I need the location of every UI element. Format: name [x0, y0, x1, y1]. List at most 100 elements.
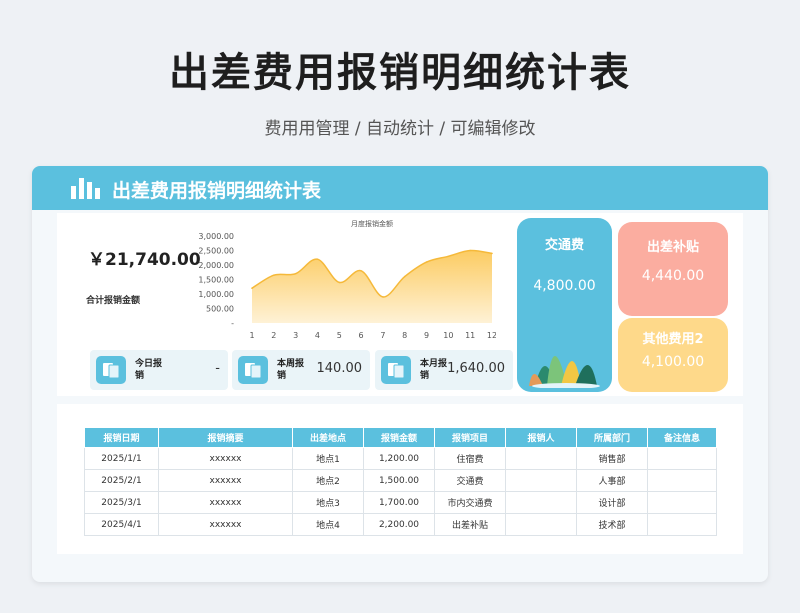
table-cell[interactable]	[505, 513, 577, 536]
cards-icon	[96, 356, 126, 384]
stat-month: 本月报销 1,640.00	[375, 350, 513, 390]
data-point	[403, 275, 406, 278]
table-cell[interactable]: 地点2	[292, 469, 364, 492]
tile-value: 4,440.00	[641, 268, 705, 284]
table-cell[interactable]: 2025/3/1	[84, 491, 159, 514]
table-cell[interactable]: 1,500.00	[363, 469, 435, 492]
table-cell[interactable]	[505, 447, 577, 470]
data-point	[425, 261, 428, 263]
table-cell[interactable]: xxxxxx	[158, 491, 293, 514]
table-row[interactable]: 2025/3/1 xxxxxx 地点3 1,700.00 市内交通费 设计部	[84, 491, 717, 514]
monthly-amount-chart: 月度报销金额 3,000.00 2,500.00 2,000.00 1,500.00 1,…	[198, 219, 496, 340]
table-cell[interactable]	[647, 491, 717, 514]
card-header: 出差费用报销明细统计表	[32, 166, 768, 210]
data-point	[469, 249, 471, 252]
table-cell[interactable]	[505, 491, 577, 514]
table-cell[interactable]: 2025/4/1	[84, 513, 159, 536]
tile-trip-allowance: 出差补贴 4,440.00	[618, 222, 728, 316]
table-cell[interactable]: 技术部	[576, 513, 648, 536]
stat-today: 今日报销 -	[90, 350, 228, 390]
plant-illustration-icon	[529, 356, 600, 388]
x-tick-label: 10	[443, 331, 453, 340]
table-cell[interactable]: 市内交通费	[434, 491, 506, 514]
tile-title: 交通费	[544, 238, 584, 253]
table-row[interactable]: 2025/4/1 xxxxxx 地点4 2,200.00 出差补贴 技术部	[84, 513, 717, 536]
table-header-cell: 报销日期	[84, 427, 159, 448]
table-header-cell: 所属部门	[576, 427, 648, 448]
table-row[interactable]: 2025/2/1 xxxxxx 地点2 1,500.00 交通费 人事部	[84, 469, 717, 492]
table-cell[interactable]: 2025/1/1	[84, 447, 159, 470]
stat-week: 本周报销 140.00	[232, 350, 370, 390]
table-cell[interactable]: 住宿费	[434, 447, 506, 470]
table-header-cell: 出差地点	[292, 427, 364, 448]
table-cell[interactable]: 地点4	[292, 513, 364, 536]
total-amount: ￥21,740.00	[88, 250, 201, 270]
table-cell[interactable]: 设计部	[576, 491, 648, 514]
tile-other: 其他费用2 4,100.00	[618, 318, 728, 392]
table-cell[interactable]	[505, 469, 577, 492]
table-header-cell: 报销摘要	[158, 427, 293, 448]
x-tick-label: 12	[487, 331, 496, 340]
data-point	[360, 270, 362, 272]
data-point	[316, 258, 319, 260]
table-cell[interactable]: 人事部	[576, 469, 648, 492]
data-point	[251, 287, 253, 289]
total-label: 合计报销金额	[86, 296, 141, 306]
x-tick-label: 2	[271, 331, 276, 340]
table-cell[interactable]	[647, 469, 717, 492]
table-cell[interactable]: 2,200.00	[363, 513, 435, 536]
y-tick-label: 3,000.00	[198, 232, 234, 241]
dashboard-card: 出差费用报销明细统计表 ￥21,740.00 合计报销金额 月度报销金额 3,00…	[32, 166, 768, 582]
stat-value: -	[215, 361, 220, 376]
table-cell[interactable]: 出差补贴	[434, 513, 506, 536]
table-cell[interactable]: 1,700.00	[363, 491, 435, 514]
table-cell[interactable]: 销售部	[576, 447, 648, 470]
x-tick-label: 9	[424, 331, 429, 340]
x-tick-label: 11	[465, 331, 475, 340]
data-point	[294, 272, 297, 275]
table-cell[interactable]: xxxxxx	[158, 447, 293, 470]
expense-table: 报销日期 报销摘要 出差地点 报销金额 报销项目 报销人 所属部门 备注信息 2025/1/1…	[84, 427, 717, 536]
table-header-cell: 报销金额	[363, 427, 435, 448]
data-point	[338, 281, 341, 284]
table-cell[interactable]: 地点3	[292, 491, 364, 514]
bar-chart-icon	[71, 178, 100, 199]
page-title: 出差费用报销明细统计表	[169, 50, 631, 96]
table-cell[interactable]	[647, 513, 717, 536]
chart-title: 月度报销金额	[351, 219, 393, 228]
tile-traffic: 交通费 4,800.00	[517, 218, 612, 392]
table-cell[interactable]: 交通费	[434, 469, 506, 492]
tile-title: 其他费用2	[642, 332, 704, 347]
tile-title: 出差补贴	[646, 240, 699, 255]
table-cell[interactable]: 2025/2/1	[84, 469, 159, 492]
y-tick-label: 2,000.00	[198, 261, 234, 270]
x-tick-label: 4	[315, 331, 320, 340]
table-row[interactable]: 2025/1/1 xxxxxx 地点1 1,200.00 住宿费 销售部	[84, 447, 717, 470]
table-cell[interactable]: 1,200.00	[363, 447, 435, 470]
data-point	[491, 252, 493, 255]
table-header-cell: 报销项目	[434, 427, 506, 448]
stat-label: 本月报销	[420, 359, 448, 381]
y-tick-label: -	[231, 319, 234, 328]
tile-value: 4,800.00	[533, 278, 596, 294]
x-tick-label: 8	[402, 331, 407, 340]
data-point	[447, 255, 450, 258]
table-header-row: 报销日期 报销摘要 出差地点 报销金额 报销项目 报销人 所属部门 备注信息	[84, 427, 717, 448]
stat-label: 本周报销	[277, 359, 305, 381]
series-area	[252, 250, 492, 323]
y-tick-label: 1,000.00	[198, 290, 234, 299]
page-subtitle: 费用用管理 / 自动统计 / 可编辑修改	[264, 119, 536, 139]
x-tick-label: 5	[337, 331, 342, 340]
table-cell[interactable]: xxxxxx	[158, 469, 293, 492]
table-cell[interactable]: 地点1	[292, 447, 364, 470]
table-header-cell: 备注信息	[647, 427, 717, 448]
tile-value: 4,100.00	[641, 354, 705, 370]
stat-value: 140.00	[316, 361, 363, 376]
stat-value: 1,640.00	[447, 361, 505, 376]
cards-icon	[381, 356, 411, 384]
y-tick-label: 1,500.00	[198, 276, 234, 285]
x-tick-label: 1	[249, 331, 254, 340]
table-cell[interactable]: xxxxxx	[158, 513, 293, 536]
table-cell[interactable]	[647, 447, 717, 470]
y-tick-label: 500.00	[206, 305, 234, 314]
